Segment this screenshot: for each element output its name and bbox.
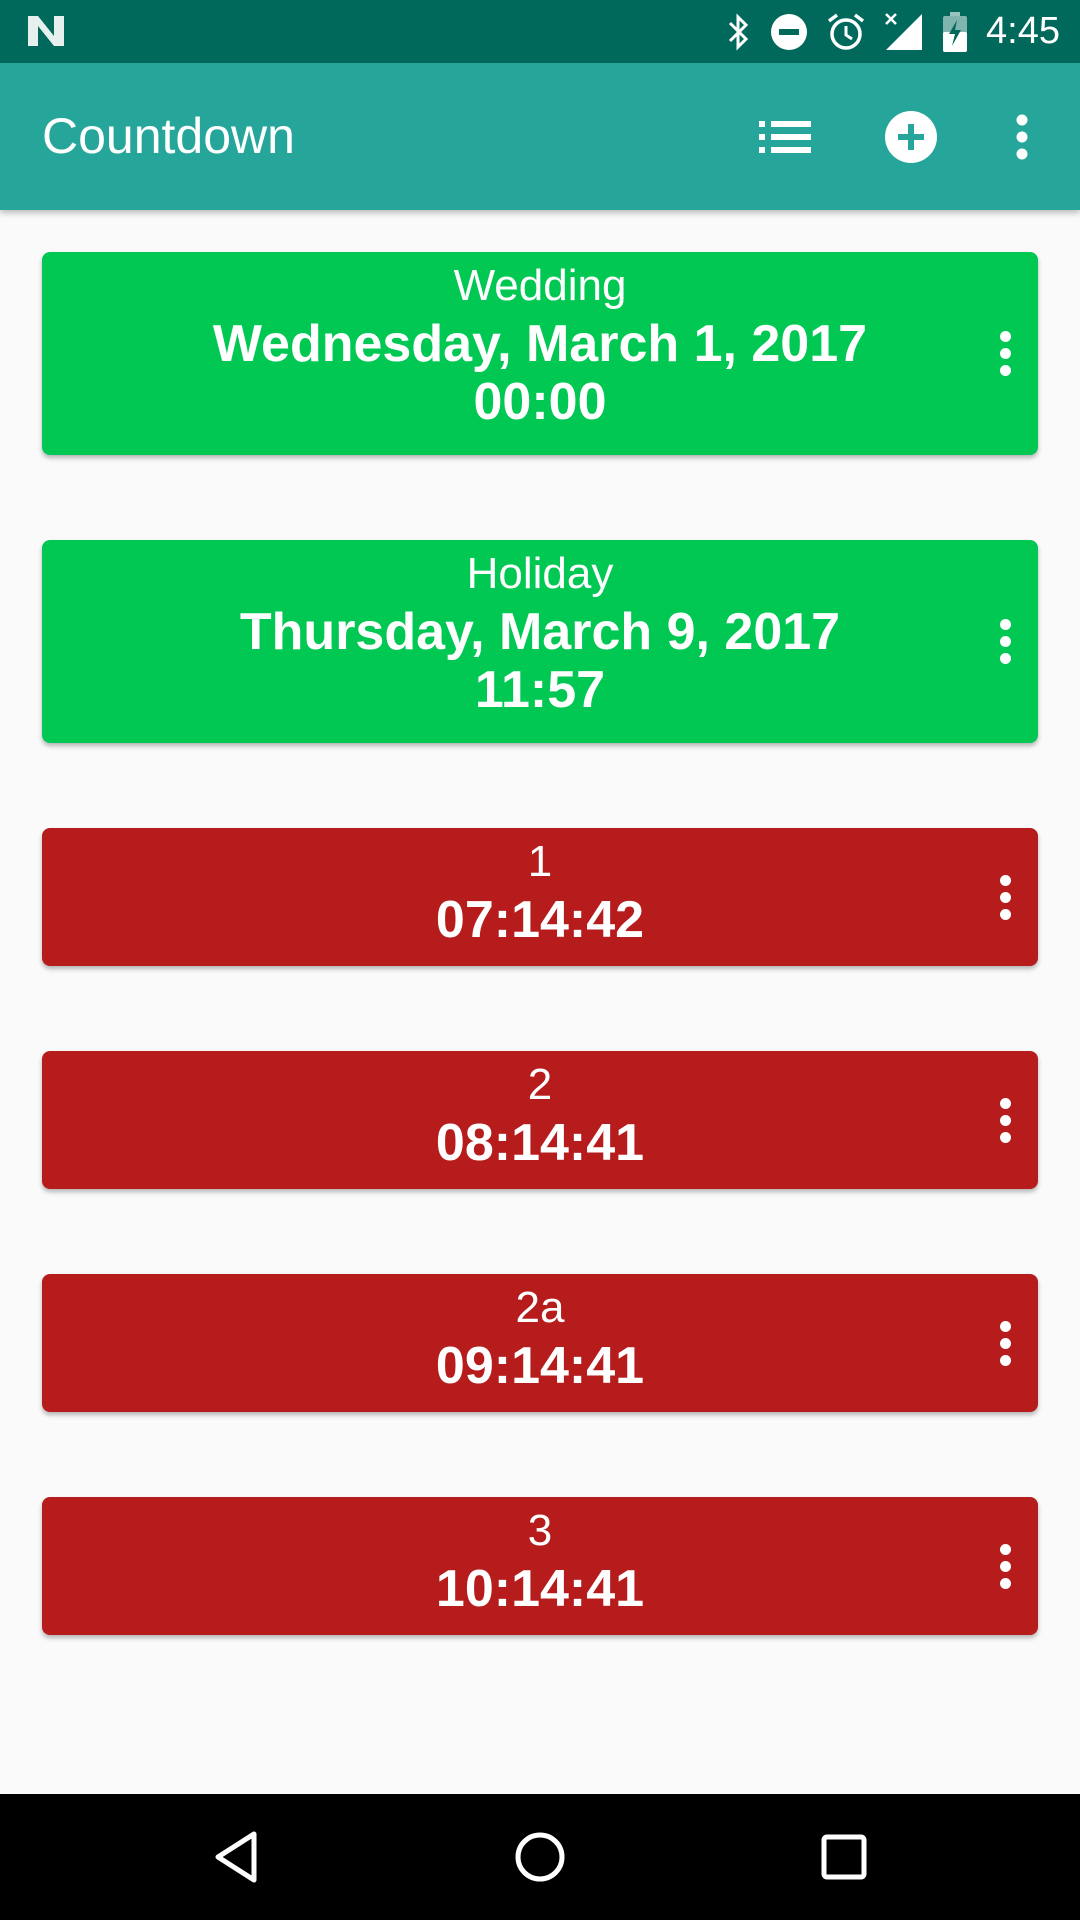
countdown-date: Thursday, March 9, 2017 <box>239 603 841 661</box>
countdown-title: Wedding <box>453 261 627 310</box>
list-icon <box>759 120 811 153</box>
countdown-card[interactable]: Holiday Thursday, March 9, 2017 11:57 <box>42 540 1038 743</box>
timer-card[interactable]: 3 10:14:41 <box>42 1497 1038 1635</box>
timer-value: 09:14:41 <box>435 1337 645 1395</box>
app-title: Countdown <box>42 108 295 164</box>
timer-card[interactable]: 2 08:14:41 <box>42 1051 1038 1189</box>
countdown-date: Wednesday, March 1, 2017 <box>212 315 868 373</box>
home-button[interactable] <box>480 1794 600 1920</box>
list-view-button[interactable] <box>752 63 818 210</box>
timer-title: 2 <box>527 1060 553 1109</box>
do-not-disturb-icon <box>770 13 808 51</box>
navigation-bar <box>0 1794 1080 1920</box>
recents-button[interactable] <box>784 1794 904 1920</box>
card-menu-button[interactable] <box>990 1536 1020 1596</box>
back-icon <box>215 1831 257 1883</box>
card-menu-button[interactable] <box>990 1313 1020 1373</box>
add-circle-icon <box>885 110 937 163</box>
timer-card[interactable]: 2a 09:14:41 <box>42 1274 1038 1412</box>
card-menu-button[interactable] <box>990 324 1020 384</box>
add-button[interactable] <box>876 63 946 210</box>
signal-icon <box>884 12 924 52</box>
timer-title: 2a <box>515 1283 565 1332</box>
alarm-icon <box>826 12 866 52</box>
n-logo-icon <box>28 16 64 46</box>
countdown-card[interactable]: Wedding Wednesday, March 1, 2017 00:00 <box>42 252 1038 455</box>
card-menu-button[interactable] <box>990 1090 1020 1150</box>
timer-title: 3 <box>527 1506 553 1555</box>
timer-card[interactable]: 1 07:14:42 <box>42 828 1038 966</box>
home-icon <box>515 1832 565 1882</box>
timer-value: 10:14:41 <box>435 1560 645 1618</box>
bluetooth-icon <box>726 12 752 51</box>
countdown-title: Holiday <box>466 549 614 598</box>
status-bar: 4:45 <box>0 0 1080 63</box>
status-time: 4:45 <box>986 10 1060 52</box>
timer-value: 07:14:42 <box>435 891 645 949</box>
card-menu-button[interactable] <box>990 612 1020 672</box>
timer-title: 1 <box>527 837 553 886</box>
overflow-menu-button[interactable] <box>1000 63 1044 210</box>
countdown-time: 00:00 <box>473 373 607 431</box>
back-button[interactable] <box>176 1794 296 1920</box>
card-menu-button[interactable] <box>990 867 1020 927</box>
app-bar: Countdown <box>0 63 1080 210</box>
more-vert-icon <box>1016 114 1028 159</box>
timer-value: 08:14:41 <box>435 1114 645 1172</box>
countdown-time: 11:57 <box>474 661 606 719</box>
battery-charging-icon <box>942 11 968 52</box>
recents-icon <box>821 1834 867 1880</box>
